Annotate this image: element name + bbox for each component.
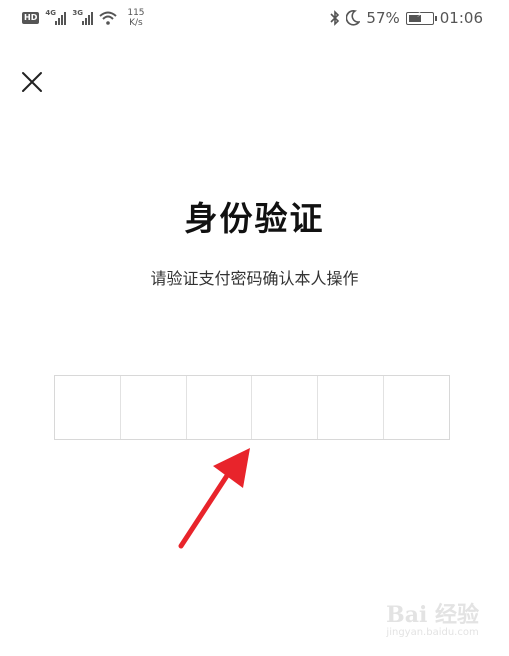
pin-digit-cell[interactable] (384, 376, 449, 439)
pin-digit-cell[interactable] (55, 376, 121, 439)
arrow-shaft (178, 465, 235, 549)
battery-icon: ⚡ (405, 10, 437, 25)
watermark: Bai 经验 jingyan.baidu.com (386, 597, 479, 638)
hd-badge: HD (22, 12, 40, 24)
pin-digit-cell[interactable] (121, 376, 187, 439)
arrow-head (213, 448, 250, 488)
signal-icon: 3G (72, 9, 94, 25)
status-left: HD 4G 3G 115 K/s (22, 8, 145, 28)
clock: 01:06 (439, 9, 483, 27)
page-subtitle: 请验证支付密码确认本人操作 (150, 269, 359, 288)
close-button[interactable] (16, 66, 48, 98)
network-type-2: 3G (72, 9, 83, 17)
pin-digit-cell[interactable] (318, 376, 385, 439)
signal-icon: 4G (45, 9, 67, 25)
status-bar: HD 4G 3G 115 K/s 57% ⚡ 01:06 (0, 0, 509, 38)
watermark-logo: Bai 经验 (386, 602, 479, 628)
watermark-url: jingyan.baidu.com (386, 627, 479, 638)
bluetooth-icon (330, 10, 340, 26)
close-icon (22, 72, 42, 92)
page-title: 身份验证 (184, 199, 325, 238)
wifi-icon (99, 11, 118, 25)
pin-digit-cell[interactable] (187, 376, 253, 439)
pin-digit-cell[interactable] (252, 376, 319, 439)
speed-value: 115 (127, 8, 145, 18)
battery-percent: 57% (366, 9, 400, 27)
network-speed: 115 K/s (127, 8, 144, 28)
network-type-1: 4G (45, 9, 56, 17)
payment-password-input[interactable] (54, 375, 450, 440)
pointer-arrow (178, 448, 250, 549)
status-right: 57% ⚡ 01:06 (330, 9, 483, 27)
speed-unit: K/s (129, 18, 143, 28)
moon-icon (346, 10, 361, 26)
